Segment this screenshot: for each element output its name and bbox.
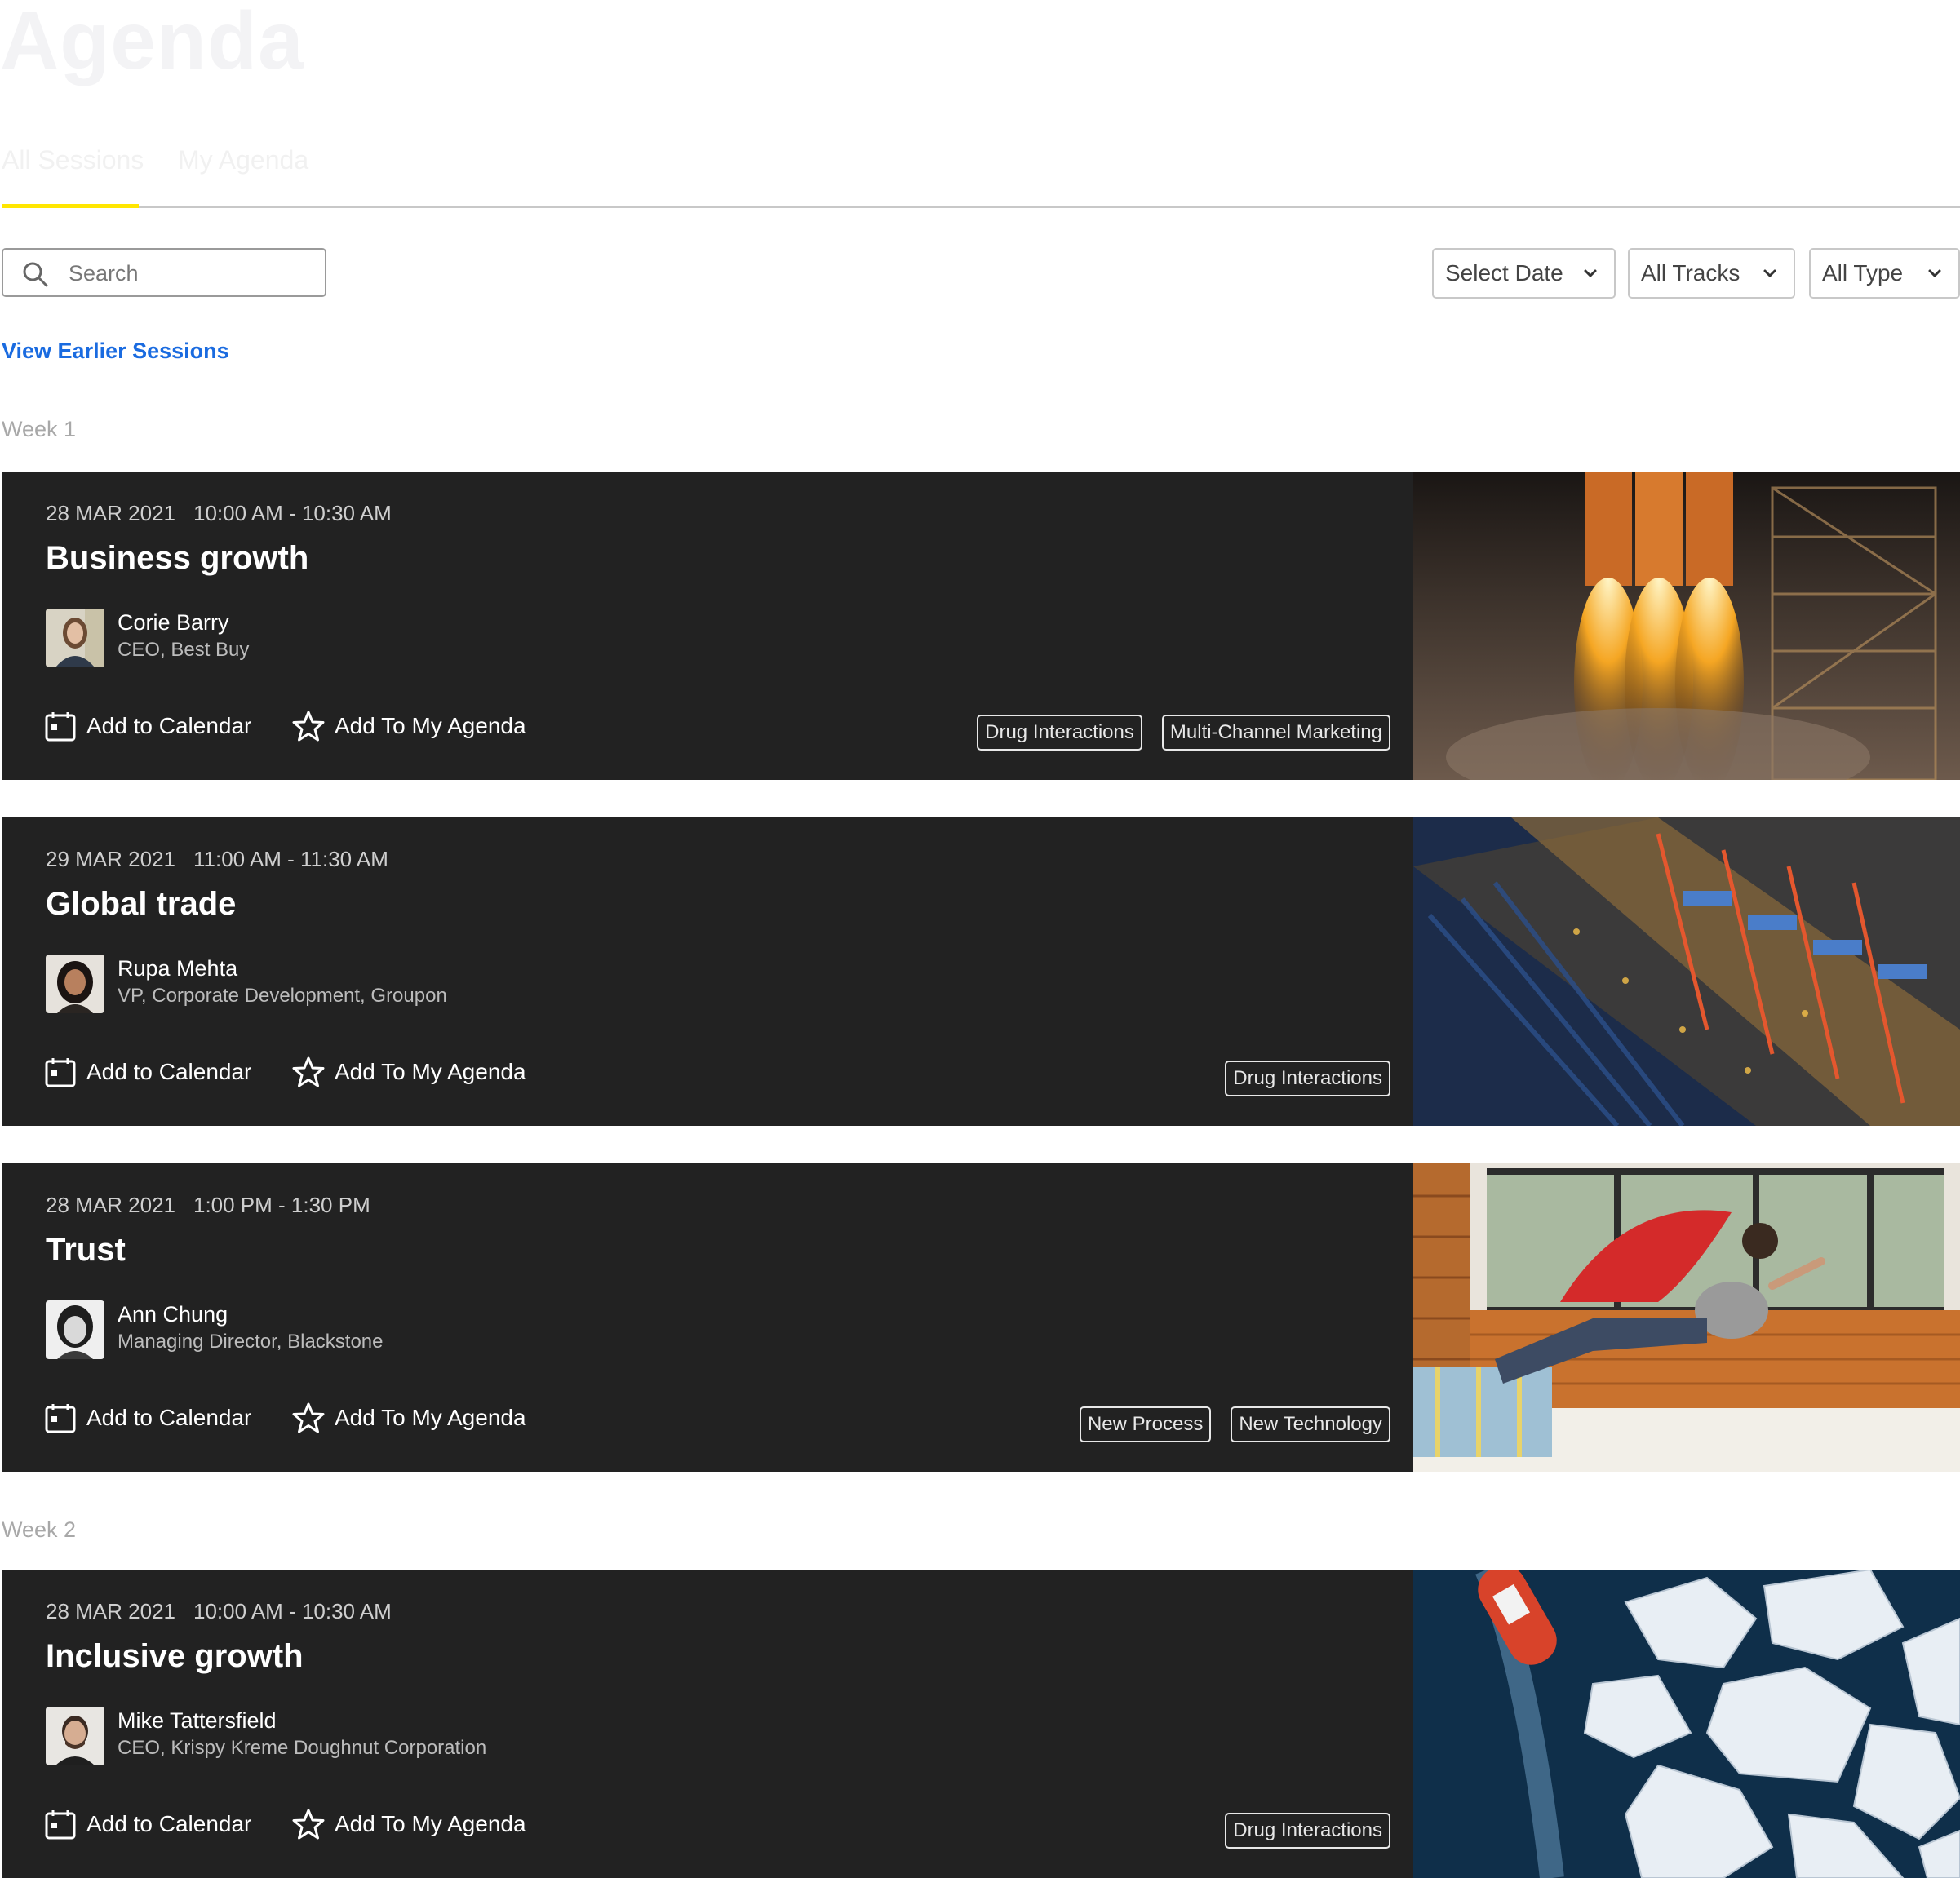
session-date: 28 MAR 2021 — [46, 1193, 175, 1217]
search-input[interactable] — [67, 250, 315, 297]
calendar-icon — [45, 712, 76, 742]
tab-all-sessions[interactable]: All Sessions — [2, 145, 144, 175]
week-label: Week 2 — [2, 1517, 77, 1542]
add-to-my-agenda-label: Add To My Agenda — [335, 1059, 526, 1084]
add-to-calendar-button[interactable]: Add to Calendar — [44, 1402, 251, 1434]
speaker-avatar — [46, 609, 104, 667]
calendar-icon — [45, 1058, 76, 1087]
add-to-calendar-label: Add to Calendar — [86, 1059, 252, 1084]
add-to-calendar-label: Add to Calendar — [86, 713, 252, 738]
chevron-down-icon — [1584, 269, 1597, 277]
tab-my-agenda[interactable]: My Agenda — [178, 145, 308, 175]
session-time: 10:00 AM - 10:30 AM — [193, 1599, 392, 1623]
star-icon — [292, 711, 325, 742]
session-datetime: 28 MAR 2021 1:00 PM - 1:30 PM — [46, 1193, 370, 1218]
session-card[interactable]: 28 MAR 2021 10:00 AM - 10:30 AM Business … — [2, 472, 1960, 780]
session-tag[interactable]: New Technology — [1231, 1406, 1390, 1442]
add-to-calendar-button[interactable]: Add to Calendar — [44, 710, 251, 742]
tab-bar: All Sessions My Agenda — [2, 122, 1960, 208]
session-tags: Drug Interactions — [1225, 1813, 1390, 1849]
speaker-avatar — [46, 1300, 104, 1359]
speaker-name: Rupa Mehta — [118, 956, 238, 981]
session-time: 11:00 AM - 11:30 AM — [193, 847, 388, 871]
session-date: 29 MAR 2021 — [46, 847, 175, 871]
add-to-my-agenda-button[interactable]: Add To My Agenda — [292, 1056, 526, 1088]
add-to-my-agenda-label: Add To My Agenda — [335, 1811, 526, 1836]
speaker-role: VP, Corporate Development, Groupon — [118, 985, 447, 1007]
speaker-role: CEO, Best Buy — [118, 639, 250, 661]
chevron-down-icon — [1928, 269, 1941, 277]
add-to-my-agenda-button[interactable]: Add To My Agenda — [292, 1808, 526, 1840]
session-date: 28 MAR 2021 — [46, 501, 175, 525]
page-title: Agenda — [0, 0, 304, 86]
session-image-flying-child — [1413, 1163, 1960, 1472]
all-type-label: All Type — [1822, 260, 1904, 286]
add-to-my-agenda-button[interactable]: Add To My Agenda — [292, 710, 526, 742]
session-image-container-port — [1413, 817, 1960, 1126]
session-image-rocket-launch — [1413, 472, 1960, 780]
session-datetime: 29 MAR 2021 11:00 AM - 11:30 AM — [46, 847, 388, 872]
session-image-icebreaker — [1413, 1570, 1960, 1878]
session-title[interactable]: Global trade — [46, 886, 236, 923]
calendar-icon — [45, 1404, 76, 1433]
speaker-avatar — [46, 955, 104, 1013]
speaker-role: CEO, Krispy Kreme Doughnut Corporation — [118, 1737, 487, 1759]
session-date: 28 MAR 2021 — [46, 1599, 175, 1623]
add-to-my-agenda-button[interactable]: Add To My Agenda — [292, 1402, 526, 1434]
speaker-role: Managing Director, Blackstone — [118, 1331, 384, 1353]
star-icon — [292, 1056, 325, 1087]
active-tab-indicator — [2, 204, 139, 208]
add-to-my-agenda-label: Add To My Agenda — [335, 713, 526, 738]
session-title[interactable]: Trust — [46, 1232, 126, 1269]
session-time: 1:00 PM - 1:30 PM — [193, 1193, 370, 1217]
add-to-calendar-label: Add to Calendar — [86, 1811, 252, 1836]
chevron-down-icon — [1763, 269, 1776, 277]
session-tag[interactable]: Multi-Channel Marketing — [1161, 715, 1390, 751]
session-tags: Drug Interactions Multi-Channel Marketin… — [977, 715, 1390, 751]
view-earlier-sessions-link[interactable]: View Earlier Sessions — [2, 339, 229, 364]
all-tracks-label: All Tracks — [1641, 260, 1740, 286]
star-icon — [292, 1809, 325, 1840]
session-tag[interactable]: Drug Interactions — [1225, 1813, 1390, 1849]
all-type-dropdown[interactable]: All Type — [1809, 248, 1960, 299]
search-icon — [23, 262, 48, 287]
select-date-dropdown[interactable]: Select Date — [1432, 248, 1616, 299]
session-title[interactable]: Inclusive growth — [46, 1638, 304, 1675]
session-card[interactable]: 29 MAR 2021 11:00 AM - 11:30 AM Global tr… — [2, 817, 1960, 1126]
session-datetime: 28 MAR 2021 10:00 AM - 10:30 AM — [46, 501, 392, 526]
speaker-name: Mike Tattersfield — [118, 1708, 277, 1733]
session-time: 10:00 AM - 10:30 AM — [193, 501, 392, 525]
session-tag[interactable]: Drug Interactions — [1225, 1061, 1390, 1096]
star-icon — [292, 1402, 325, 1433]
speaker-avatar — [46, 1707, 104, 1765]
session-card[interactable]: 28 MAR 2021 10:00 AM - 10:30 AM Inclusive… — [2, 1570, 1960, 1878]
add-to-my-agenda-label: Add To My Agenda — [335, 1405, 526, 1430]
speaker-name: Ann Chung — [118, 1302, 228, 1327]
all-tracks-dropdown[interactable]: All Tracks — [1628, 248, 1795, 299]
session-tag[interactable]: Drug Interactions — [977, 715, 1142, 751]
session-card[interactable]: 28 MAR 2021 1:00 PM - 1:30 PM Trust Ann C… — [2, 1163, 1960, 1472]
add-to-calendar-label: Add to Calendar — [86, 1405, 252, 1430]
session-tags: New Process New Technology — [1079, 1406, 1390, 1442]
session-datetime: 28 MAR 2021 10:00 AM - 10:30 AM — [46, 1599, 392, 1624]
calendar-icon — [45, 1810, 76, 1840]
session-tag[interactable]: New Process — [1079, 1406, 1212, 1442]
add-to-calendar-button[interactable]: Add to Calendar — [44, 1808, 251, 1840]
session-title[interactable]: Business growth — [46, 540, 308, 577]
session-tags: Drug Interactions — [1225, 1061, 1390, 1096]
week-label: Week 1 — [2, 417, 77, 441]
speaker-name: Corie Barry — [118, 610, 229, 635]
add-to-calendar-button[interactable]: Add to Calendar — [44, 1056, 251, 1088]
search-box[interactable] — [2, 248, 326, 297]
select-date-label: Select Date — [1445, 260, 1563, 286]
